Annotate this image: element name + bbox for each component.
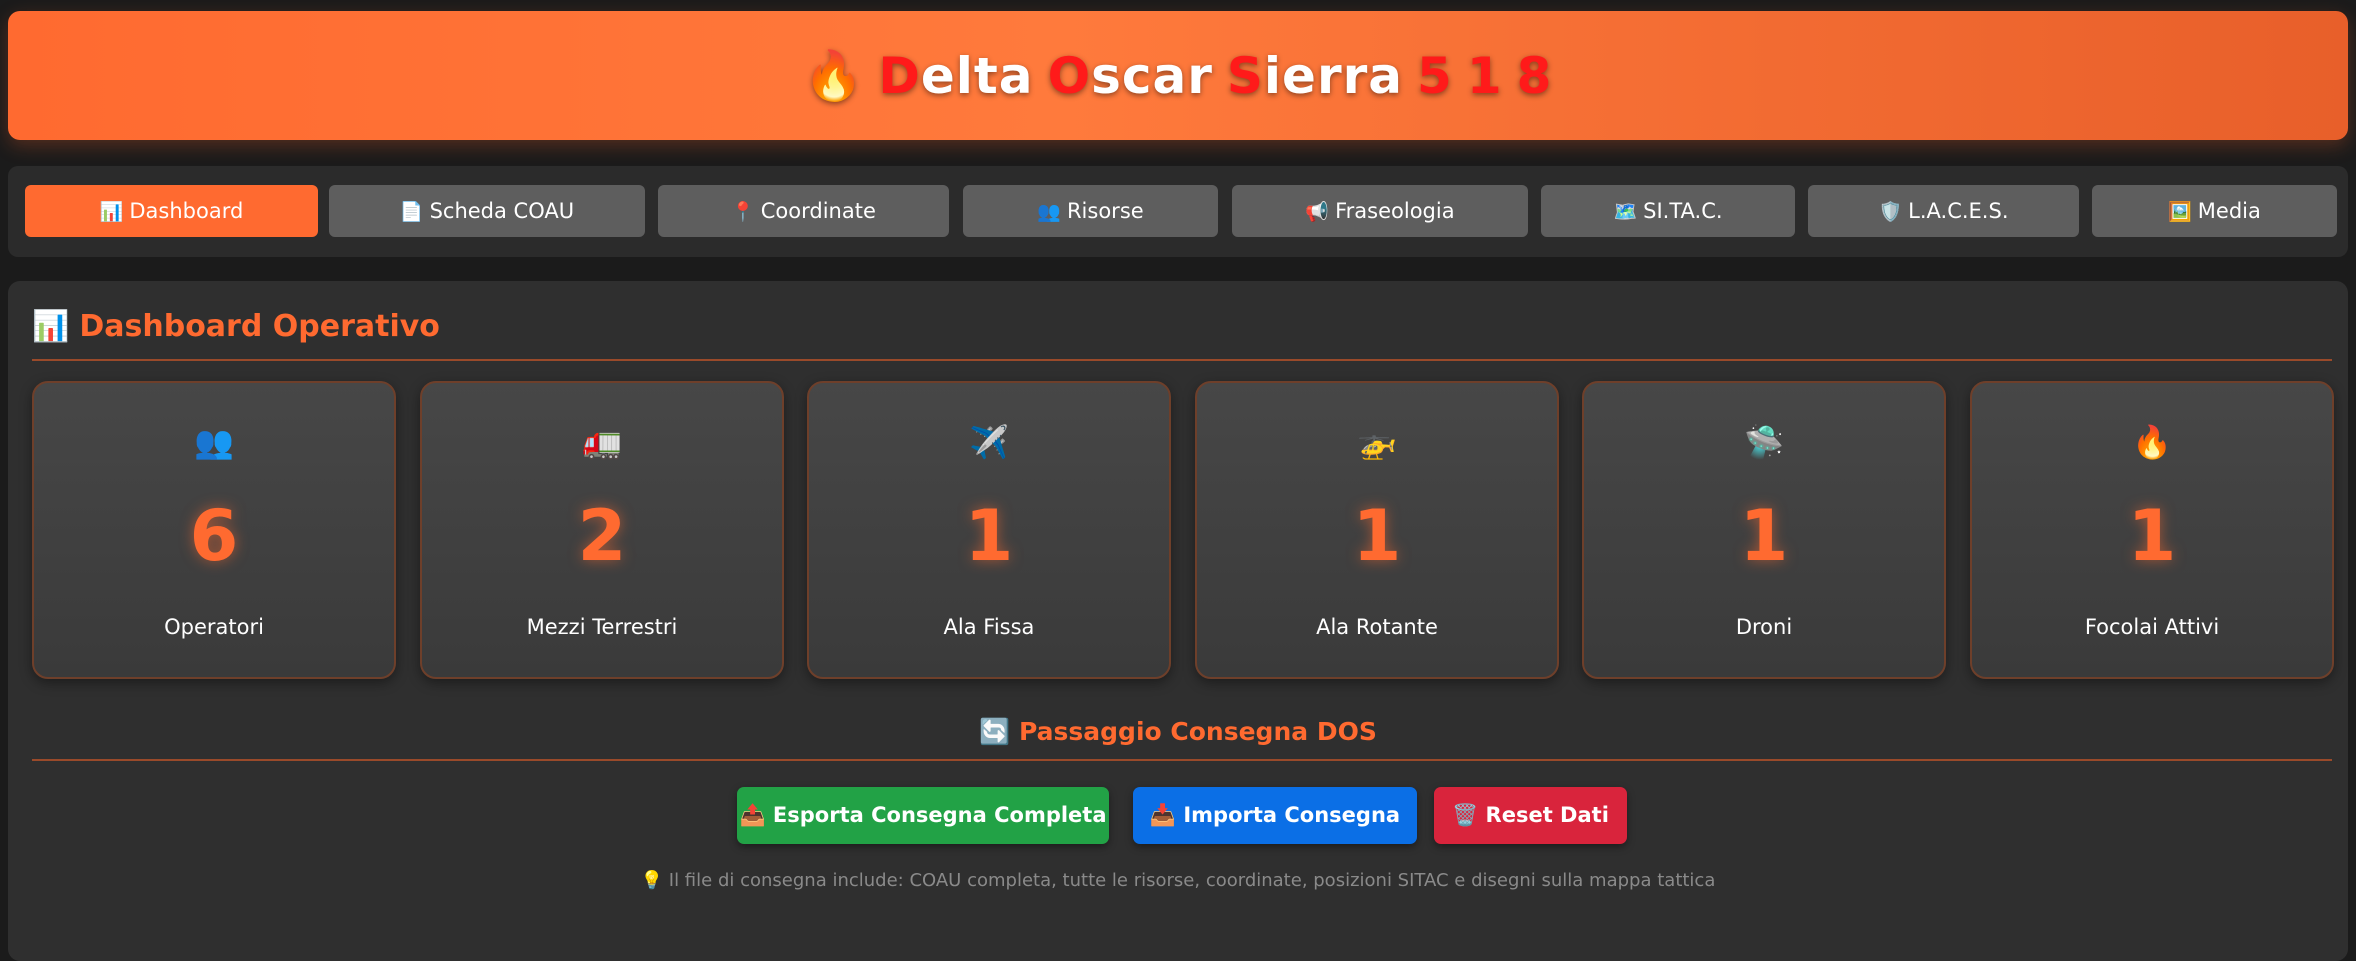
- tab-coordinate[interactable]: 📍 Coordinate: [658, 185, 949, 237]
- stat-value: 2: [577, 495, 627, 577]
- stat-card-ala-fissa: ✈️ 1 Ala Fissa: [807, 381, 1171, 679]
- tab-label: Fraseologia: [1335, 199, 1455, 223]
- stat-card-ala-rotante: 🚁 1 Ala Rotante: [1195, 381, 1559, 679]
- stat-value: 1: [1739, 495, 1789, 577]
- tab-label: SI.TA.C.: [1643, 199, 1723, 223]
- tab-dashboard[interactable]: 📊 Dashboard: [25, 185, 318, 237]
- tab-sitac[interactable]: 🗺️ SI.TA.C.: [1541, 185, 1795, 237]
- stat-value: 1: [2127, 495, 2177, 577]
- stat-value: 1: [1352, 495, 1402, 577]
- reset-data-button[interactable]: 🗑️ Reset Dati: [1434, 787, 1627, 844]
- bar-chart-icon: 📊: [99, 200, 124, 223]
- truck-icon: 🚛: [582, 423, 622, 461]
- title-initial-o: O: [1047, 46, 1092, 105]
- helicopter-icon: 🚁: [1357, 423, 1397, 461]
- picture-icon: 🖼️: [2168, 200, 2192, 223]
- title-number-8: 8: [1516, 46, 1553, 105]
- stat-label: Focolai Attivi: [2084, 615, 2220, 639]
- airplane-icon: ✈️: [969, 423, 1009, 461]
- tab-laces[interactable]: 🛡️ L.A.C.E.S.: [1808, 185, 2079, 237]
- stat-label: Ala Rotante: [1316, 615, 1438, 639]
- title-number-5: 5: [1417, 46, 1453, 105]
- import-handover-button[interactable]: 📥 Importa Consegna: [1133, 787, 1417, 844]
- tab-label: Dashboard: [129, 199, 244, 223]
- people-icon: 👥: [194, 423, 234, 461]
- stat-label: Mezzi Terrestri: [526, 615, 678, 639]
- tab-label: L.A.C.E.S.: [1908, 199, 2009, 223]
- title-word-oscar: scar: [1091, 46, 1213, 105]
- tab-label: Scheda COAU: [429, 199, 575, 223]
- fire-icon: 🔥: [2132, 423, 2172, 461]
- tab-label: Risorse: [1066, 199, 1144, 223]
- bar-chart-icon: 📊: [32, 309, 70, 344]
- stat-value: 6: [189, 495, 239, 577]
- stat-card-droni: 🛸 1 Droni: [1582, 381, 1946, 679]
- shield-icon: 🛡️: [1878, 200, 1903, 223]
- stat-label: Droni: [1735, 615, 1793, 639]
- title-word-delta: elta: [920, 46, 1034, 105]
- drone-icon: 🛸: [1744, 423, 1784, 461]
- stat-card-mezzi-terrestri: 🚛 2 Mezzi Terrestri: [420, 381, 784, 679]
- fire-icon: 🔥: [803, 48, 865, 104]
- tab-scheda-coau[interactable]: 📄 Scheda COAU: [329, 185, 645, 237]
- tab-fraseologia[interactable]: 📢 Fraseologia: [1232, 185, 1528, 237]
- tab-label: Media: [2197, 199, 2261, 223]
- stat-card-operatori: 👥 6 Operatori: [32, 381, 396, 679]
- divider: [32, 759, 2332, 761]
- stat-value: 1: [964, 495, 1014, 577]
- megaphone-icon: 📢: [1305, 200, 1330, 223]
- title-word-sierra: ierra: [1263, 46, 1404, 105]
- stat-label: Operatori: [164, 615, 264, 639]
- title-initial-s: S: [1226, 46, 1264, 105]
- section-title: 📊 Dashboard Operativo: [32, 309, 440, 344]
- title-initial-d: D: [878, 46, 921, 105]
- people-icon: 👥: [1037, 200, 1061, 223]
- document-icon: 📄: [399, 200, 424, 223]
- tab-media[interactable]: 🖼️ Media: [2092, 185, 2337, 237]
- divider: [32, 359, 2332, 361]
- title-number-1: 1: [1466, 46, 1503, 105]
- map-icon: 🗺️: [1613, 200, 1638, 223]
- handover-title: 🔄 Passaggio Consegna DOS: [979, 717, 1377, 746]
- tab-label: Coordinate: [760, 199, 876, 223]
- section-title-text: Dashboard Operativo: [79, 309, 440, 344]
- app-header: 🔥 Delta Oscar Sierra 5 1 8: [8, 11, 2348, 140]
- stat-card-focolai-attivi: 🔥 1 Focolai Attivi: [1970, 381, 2334, 679]
- export-handover-button[interactable]: 📤 Esporta Consegna Completa: [737, 787, 1109, 844]
- dashboard-panel: 📊 Dashboard Operativo 👥 6 Operatori 🚛 2 …: [8, 281, 2348, 961]
- handover-note: 💡 Il file di consegna include: COAU comp…: [640, 870, 1716, 891]
- tab-risorse[interactable]: 👥 Risorse: [963, 185, 1218, 237]
- stat-label: Ala Fissa: [943, 615, 1035, 639]
- pin-icon: 📍: [731, 200, 755, 223]
- app-title: 🔥 Delta Oscar Sierra 5 1 8: [804, 47, 1553, 105]
- tab-bar: 📊 Dashboard 📄 Scheda COAU 📍 Coordinate 👥…: [8, 166, 2348, 257]
